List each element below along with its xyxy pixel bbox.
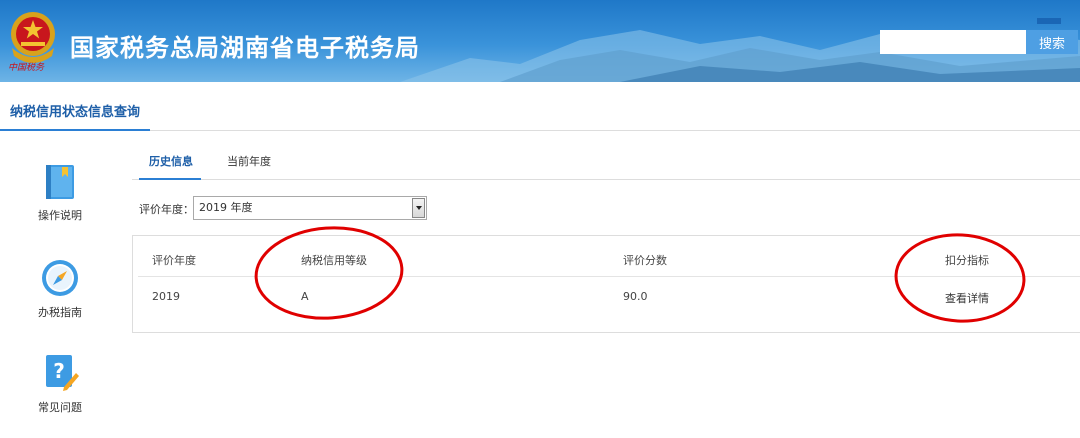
year-select[interactable]: 2019 年度 — [193, 196, 427, 220]
sidebar-item-label: 常见问题 — [38, 401, 82, 414]
tab-current-year[interactable]: 当前年度 — [227, 146, 271, 180]
view-details-link[interactable]: 查看详情 — [945, 290, 989, 306]
svg-text:?: ? — [53, 359, 65, 383]
column-header-deductions: 扣分指标 — [945, 254, 989, 267]
column-header-grade: 纳税信用等级 — [301, 254, 367, 267]
question-icon: ? — [46, 355, 79, 391]
site-header: 中国税务 国家税务总局湖南省电子税务局 搜索 — [0, 0, 1080, 82]
column-header-year: 评价年度 — [152, 254, 196, 267]
search-input[interactable] — [880, 30, 1026, 54]
sidebar-item-faq[interactable]: ? 常见问题 — [18, 353, 102, 415]
tab-history[interactable]: 历史信息 — [149, 146, 193, 180]
year-select-value: 2019 年度 — [199, 201, 253, 214]
active-tab-underline — [139, 178, 201, 180]
sidebar-item-tax-guide[interactable]: 办税指南 — [18, 258, 102, 320]
table-cell-year: 2019 — [152, 290, 180, 303]
credit-table — [132, 235, 1080, 333]
sidebar-item-operation-guide[interactable]: 操作说明 — [18, 163, 102, 223]
table-divider — [138, 276, 1080, 277]
table-cell-grade: A — [301, 290, 309, 303]
page-title-bar: 纳税信用状态信息查询 — [0, 82, 1080, 131]
site-title: 国家税务总局湖南省电子税务局 — [70, 34, 420, 62]
book-icon — [46, 165, 74, 199]
emblem-text: 中国税务 — [8, 63, 45, 73]
sidebar-item-label: 办税指南 — [38, 306, 82, 319]
chevron-down-icon[interactable] — [412, 198, 425, 218]
compass-icon — [42, 260, 78, 296]
page-title-underline — [0, 129, 150, 131]
year-filter-label: 评价年度： — [139, 203, 194, 216]
search-button[interactable]: 搜索 — [1026, 30, 1078, 54]
column-header-score: 评价分数 — [623, 254, 667, 267]
header-decoration — [1037, 18, 1061, 24]
table-cell-score: 90.0 — [623, 290, 648, 303]
page-title: 纳税信用状态信息查询 — [9, 105, 140, 120]
tab-bar: 历史信息 当前年度 — [132, 146, 1080, 180]
sidebar-item-label: 操作说明 — [38, 209, 82, 222]
